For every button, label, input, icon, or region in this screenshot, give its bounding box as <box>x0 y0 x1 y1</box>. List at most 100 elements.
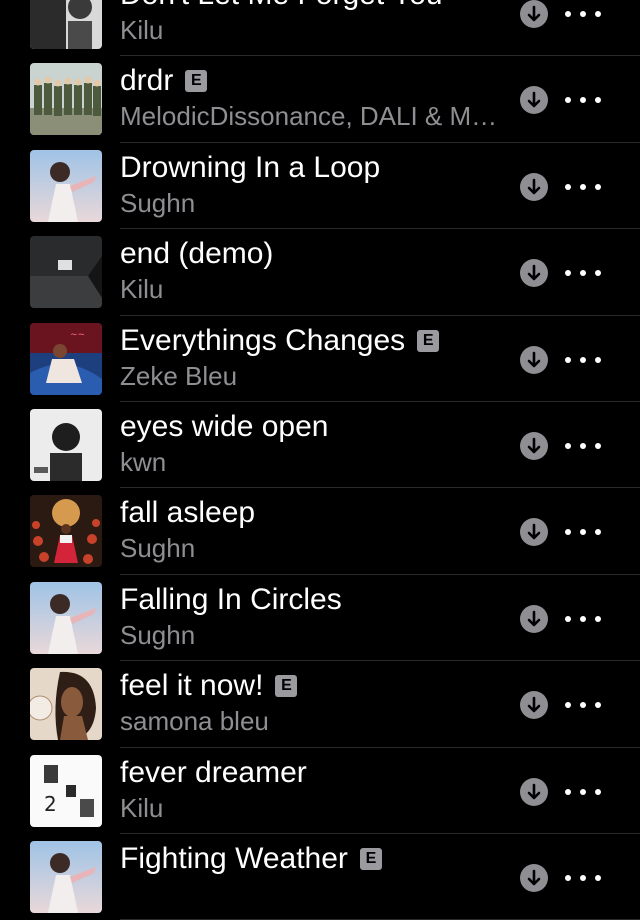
ellipsis-icon-dot <box>595 183 601 190</box>
track-title-line: Falling In Circles <box>120 581 342 619</box>
track-row[interactable]: Fighting Weather E <box>0 834 640 920</box>
track-title: fever dreamer <box>120 755 307 789</box>
explicit-badge: E <box>359 847 382 870</box>
ellipsis-icon-dot <box>595 874 601 881</box>
ellipsis-icon-dot <box>565 270 571 277</box>
ellipsis-icon-dot <box>595 11 601 17</box>
track-title-line: Don't Let Me Forget You <box>120 0 443 14</box>
ellipsis-icon-dot <box>580 788 586 795</box>
more-options-button[interactable] <box>565 173 601 201</box>
track-title: Drowning In a Loop <box>120 150 381 184</box>
track-row[interactable]: ~~ Everythings Changes E Zeke Bleu <box>0 316 640 402</box>
album-artwork <box>30 840 102 913</box>
track-title-line: eyes wide open <box>120 408 328 446</box>
track-title-line: fall asleep <box>120 494 255 532</box>
track-row[interactable]: Falling In Circles Sughn <box>0 575 640 662</box>
track-title: Don't Let Me Forget You <box>120 0 443 14</box>
more-options-button[interactable] <box>565 518 601 546</box>
track-row[interactable]: Don't Let Me Forget YouKilu <box>0 0 640 57</box>
track-title-line: drdr E <box>120 62 208 100</box>
ellipsis-icon-dot <box>595 788 601 795</box>
ellipsis-icon-dot <box>595 356 601 363</box>
ellipsis-icon-dot <box>580 615 586 622</box>
track-artist: Kilu <box>120 792 164 823</box>
track-row[interactable]: feel it now! Esamona bleu <box>0 661 640 748</box>
more-options-button[interactable] <box>565 0 601 28</box>
download-button[interactable] <box>520 863 548 892</box>
download-button[interactable] <box>520 777 548 806</box>
track-artist: Sughn <box>120 619 196 650</box>
ellipsis-icon-dot <box>565 529 571 536</box>
album-artwork <box>30 63 102 136</box>
more-options-button[interactable] <box>565 259 601 287</box>
more-options-button[interactable] <box>565 346 601 374</box>
download-icon <box>527 264 541 281</box>
download-button[interactable] <box>520 172 548 201</box>
more-options-button[interactable] <box>565 605 601 633</box>
ellipsis-icon-dot <box>565 97 571 104</box>
album-artwork <box>30 581 102 654</box>
album-artwork <box>30 236 102 309</box>
more-options-button[interactable] <box>565 864 601 892</box>
track-row[interactable]: eyes wide open kwn <box>0 402 640 489</box>
ellipsis-icon-dot <box>595 97 601 104</box>
album-artwork <box>30 149 102 222</box>
download-button[interactable] <box>520 86 548 115</box>
more-options-button[interactable] <box>565 778 601 806</box>
track-row[interactable]: fall asleep Sughn <box>0 488 640 575</box>
ellipsis-icon-dot <box>595 702 601 709</box>
track-title: end (demo) <box>120 237 274 271</box>
download-button[interactable] <box>520 691 548 720</box>
download-button[interactable] <box>520 604 548 633</box>
album-artwork: ~~ <box>30 322 102 395</box>
download-icon <box>527 437 541 454</box>
download-icon <box>527 92 541 108</box>
ellipsis-icon-dot <box>580 270 586 277</box>
track-artist: Sughn <box>120 187 196 218</box>
download-icon <box>527 5 541 22</box>
track-artist: Sughn <box>120 533 196 564</box>
more-options-button[interactable] <box>565 691 601 719</box>
explicit-badge: E <box>275 675 298 698</box>
svg-text:~~: ~~ <box>70 330 85 340</box>
ellipsis-icon-dot <box>580 874 586 881</box>
ellipsis-icon-dot <box>565 702 571 709</box>
ellipsis-icon-dot <box>580 702 586 709</box>
track-title-line: Fighting Weather E <box>120 840 382 878</box>
download-icon <box>527 610 541 627</box>
album-artwork: 2 <box>30 754 102 827</box>
track-title-line: feel it now! E <box>120 667 298 705</box>
download-button[interactable] <box>520 0 548 28</box>
download-icon <box>527 351 541 367</box>
ellipsis-icon-dot <box>580 97 586 104</box>
more-options-button[interactable] <box>565 432 601 460</box>
ellipsis-icon-dot <box>595 529 601 536</box>
ellipsis-icon-dot <box>595 442 601 449</box>
track-row[interactable]: 2 fever dreamer Kilu <box>0 748 640 834</box>
track-title-line: Everythings Changes E <box>120 322 440 360</box>
explicit-badge: E <box>185 70 208 93</box>
ellipsis-icon-dot <box>580 356 586 363</box>
track-title: Falling In Circles <box>120 582 342 616</box>
track-title: Fighting Weather <box>120 841 348 875</box>
ellipsis-icon-dot <box>565 356 571 363</box>
ellipsis-icon-dot <box>580 529 586 536</box>
ellipsis-icon-dot <box>565 788 571 795</box>
track-artist: Kilu <box>120 15 164 45</box>
album-artwork <box>30 408 102 481</box>
download-button[interactable] <box>520 431 548 460</box>
album-artwork <box>30 0 102 49</box>
download-button[interactable] <box>520 518 548 547</box>
track-title: drdr <box>120 64 174 98</box>
track-row[interactable]: drdr E MelodicDissonance, DALI & Ma... <box>0 56 640 143</box>
more-options-button[interactable] <box>565 86 601 114</box>
track-row[interactable]: Drowning In a Loop Sughn <box>0 143 640 230</box>
download-button[interactable] <box>520 259 548 288</box>
download-icon <box>527 524 541 540</box>
ellipsis-icon-dot <box>565 874 571 881</box>
download-button[interactable] <box>520 345 548 374</box>
track-title: Everythings Changes <box>120 323 406 357</box>
track-row[interactable]: end (demo) Kilu <box>0 229 640 316</box>
album-artwork <box>30 668 102 741</box>
track-artist: Zeke Bleu <box>120 360 238 391</box>
